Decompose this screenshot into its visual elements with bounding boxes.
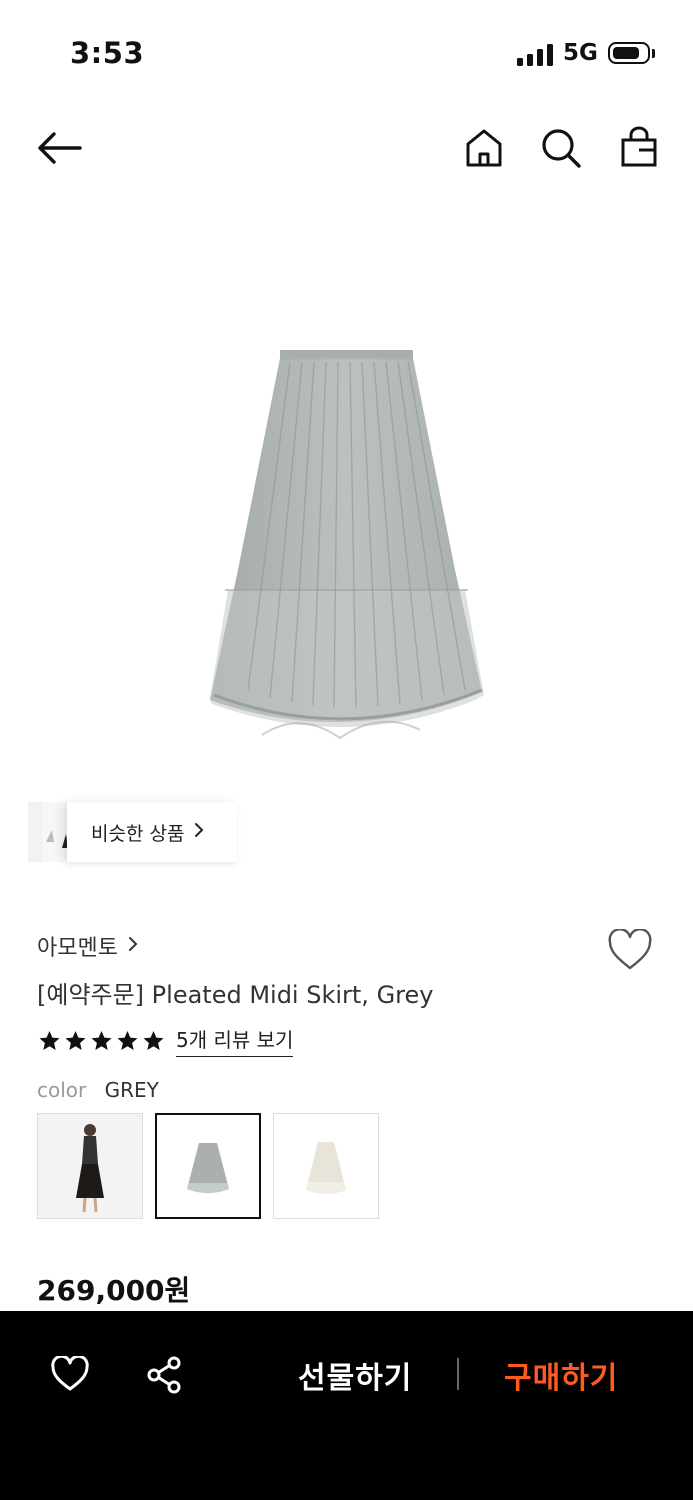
- back-arrow-icon[interactable]: [36, 128, 82, 168]
- signal-icon: [517, 44, 553, 66]
- color-swatch-black[interactable]: [37, 1113, 143, 1219]
- divider: [457, 1358, 459, 1390]
- brand-name: 아모멘토: [37, 936, 118, 961]
- network-label: 5G: [563, 40, 598, 66]
- star-icon: [39, 1030, 60, 1050]
- gift-button[interactable]: 선물하기: [298, 1353, 412, 1397]
- product-image[interactable]: [0, 190, 693, 800]
- status-time: 3:53: [70, 36, 145, 70]
- color-label: color: [37, 1078, 87, 1102]
- home-icon[interactable]: [465, 128, 503, 168]
- bottom-action-bar: [0, 1311, 693, 1500]
- star-icon: [91, 1030, 112, 1050]
- color-swatch-grey[interactable]: [155, 1113, 261, 1219]
- chevron-right-icon: [194, 822, 204, 842]
- product-title: [예약주문] Pleated Midi Skirt, Grey: [37, 981, 434, 1009]
- color-swatch-ivory[interactable]: [273, 1113, 379, 1219]
- star-icon: [117, 1030, 138, 1050]
- color-value: GREY: [104, 1078, 159, 1102]
- wishlist-heart-icon[interactable]: [607, 928, 653, 975]
- rating-stars: [37, 1029, 166, 1053]
- heart-icon[interactable]: [50, 1354, 90, 1396]
- chevron-right-icon: [128, 936, 138, 956]
- shopping-bag-icon[interactable]: [620, 126, 658, 168]
- buy-button[interactable]: 구매하기: [504, 1353, 618, 1397]
- rating-row: 5개 리뷰 보기: [37, 1024, 294, 1057]
- star-icon: [65, 1030, 86, 1050]
- battery-icon: [608, 42, 650, 64]
- similar-products-label: 비슷한 상품: [91, 822, 185, 845]
- product-price: 269,000원: [37, 1274, 191, 1307]
- status-bar: 3:53 5G: [0, 0, 693, 100]
- search-icon[interactable]: [540, 127, 582, 169]
- review-link[interactable]: 5개 리뷰 보기: [176, 1024, 294, 1057]
- color-row: color GREY: [37, 1078, 159, 1102]
- share-icon[interactable]: [146, 1355, 184, 1399]
- brand-link[interactable]: 아모멘토: [37, 930, 138, 962]
- similar-products-button[interactable]: 비슷한 상품: [67, 802, 237, 862]
- star-icon: [143, 1030, 164, 1050]
